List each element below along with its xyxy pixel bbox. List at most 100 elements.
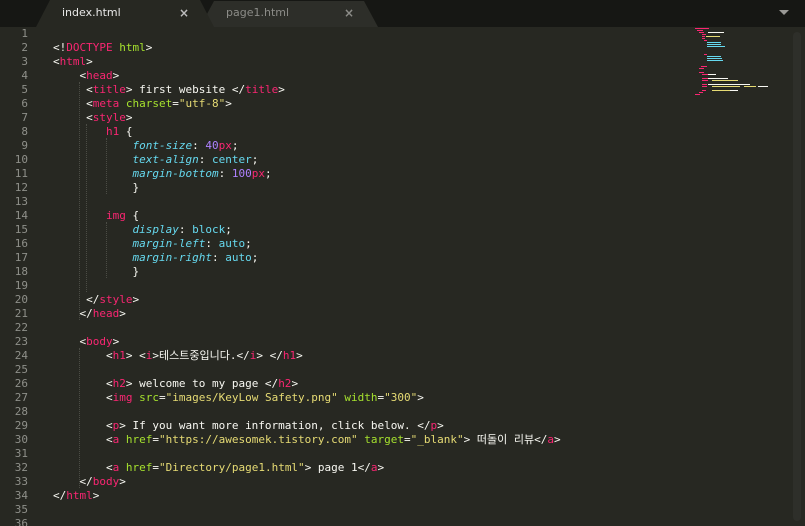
line-number: 32 xyxy=(14,461,28,474)
code-line[interactable]: < a href="Directory/page1.html"> page 1</… xyxy=(53,461,384,475)
line-number: 14 xyxy=(14,209,28,222)
code-line[interactable]: <body> xyxy=(53,335,119,349)
code-token: html xyxy=(59,55,87,68)
line-number: 8 xyxy=(21,125,28,138)
code-token: > xyxy=(92,489,100,502)
code-line[interactable]: </body> xyxy=(53,475,125,489)
code-token: = xyxy=(152,461,159,474)
code-token: title xyxy=(245,83,279,96)
code-token: < xyxy=(53,335,87,348)
line-number: 4 xyxy=(21,69,28,82)
code-line[interactable]: font-size: 40px; xyxy=(53,139,238,153)
code-line[interactable]: <img src="images/KeyLow Safety.png" widt… xyxy=(53,391,424,405)
code-line[interactable]: h1 { xyxy=(53,125,133,139)
code-line[interactable]: <h2> welcome to my page </h2> xyxy=(53,377,298,391)
line-number: 5 xyxy=(21,83,28,96)
code-token: margin-bottom xyxy=(132,167,219,180)
code-editor[interactable]: 1 2 3 4 5 6 7 8 9 10 11 12 13 14 15 16 17 18 19 20 21 22 23 24 2… xyxy=(0,27,805,526)
code-token: ; xyxy=(251,251,259,264)
code-token: body xyxy=(92,475,120,488)
tab-label: page1.html xyxy=(226,6,290,19)
line-number: 36 xyxy=(14,517,28,526)
code-token: > </ xyxy=(256,349,283,362)
code-token: = xyxy=(172,97,179,110)
code-token: DOCTYPE xyxy=(66,41,113,54)
close-icon[interactable]: × xyxy=(179,6,189,20)
code-line[interactable]: </style> xyxy=(53,293,139,307)
code-token: > xyxy=(278,83,285,96)
minimap[interactable] xyxy=(694,27,790,107)
code-token: > If you want more information, click be… xyxy=(119,419,431,432)
code-token: h1 xyxy=(282,349,297,362)
code-line[interactable]: <html> xyxy=(53,55,93,69)
code-line[interactable]: <!DOCTYPE html> xyxy=(53,41,152,55)
code-line[interactable]: </html> xyxy=(53,489,99,503)
code-token: display xyxy=(132,223,179,236)
code-line[interactable]: <h1> <i>테스트중입니다.</i> </h1> xyxy=(53,349,303,363)
code-line[interactable]: text-align: center; xyxy=(53,153,258,167)
code-token: text-align xyxy=(132,153,199,166)
code-line[interactable]: <p> If you want more information, click … xyxy=(53,419,444,433)
code-token: href xyxy=(125,433,153,446)
code-line[interactable]: margin-bottom: 100px; xyxy=(53,167,272,181)
code-line[interactable]: <title> first website </title> xyxy=(53,83,285,97)
line-number: 18 xyxy=(14,265,28,278)
line-number: 28 xyxy=(14,405,28,418)
code-token: >테스트중입니다.</ xyxy=(152,349,250,362)
code-token: { xyxy=(119,125,133,138)
code-line[interactable]: display: block; xyxy=(53,223,231,237)
code-token: meta xyxy=(92,97,120,110)
tab-page1-html[interactable]: page1.html × xyxy=(200,0,378,27)
line-number: 7 xyxy=(21,111,28,124)
code-token: margin-right xyxy=(132,251,212,264)
code-token: } xyxy=(53,265,140,278)
line-number: 16 xyxy=(14,237,28,250)
code-token: center xyxy=(211,153,252,166)
line-number: 27 xyxy=(14,391,28,404)
line-number: 31 xyxy=(14,447,28,460)
tab-index-html[interactable]: index.html × xyxy=(36,0,214,27)
code-token: < xyxy=(53,111,93,124)
code-token: = xyxy=(152,433,159,446)
line-number: 13 xyxy=(14,195,28,208)
line-number: 12 xyxy=(14,181,28,194)
code-line[interactable]: <style> xyxy=(53,111,133,125)
code-token: "utf-8" xyxy=(178,97,226,110)
code-token: style xyxy=(99,293,133,306)
code-line[interactable]: <a href="https://awesomek.tistory.com" t… xyxy=(53,433,561,447)
code-area[interactable]: <!DOCTYPE html> <html> <head> <title> fir… xyxy=(53,27,693,526)
code-token: > xyxy=(377,461,385,474)
code-token: h2 xyxy=(112,377,126,390)
code-token: : xyxy=(192,139,206,152)
code-line[interactable]: </head> xyxy=(53,307,126,321)
code-token: body xyxy=(86,335,113,348)
code-token: > first website </ xyxy=(125,83,246,96)
code-line[interactable]: } xyxy=(53,181,139,195)
code-token: "https://awesomek.tistory.com" xyxy=(158,433,358,446)
code-token: width xyxy=(344,391,378,404)
code-token: > xyxy=(125,111,133,124)
code-token: > xyxy=(554,433,561,446)
code-line[interactable]: img { xyxy=(53,209,139,223)
code-line[interactable]: margin-left: auto; xyxy=(53,237,251,251)
close-icon[interactable]: × xyxy=(344,6,354,20)
code-token: > xyxy=(112,69,120,82)
code-token: ; xyxy=(264,167,272,180)
code-line[interactable]: <head> xyxy=(53,69,119,83)
code-token: < xyxy=(53,349,113,362)
code-token: > xyxy=(145,41,153,54)
code-line[interactable]: margin-right: auto; xyxy=(53,251,258,265)
code-token: > xyxy=(119,307,126,320)
triangle-down-icon[interactable] xyxy=(776,6,792,18)
vertical-scrollbar[interactable] xyxy=(793,32,801,521)
code-line[interactable]: <meta charset="utf-8"> xyxy=(53,97,232,111)
code-token: h1 xyxy=(105,125,120,138)
code-line[interactable]: } xyxy=(53,265,139,279)
code-token: margin-left xyxy=(132,237,206,250)
